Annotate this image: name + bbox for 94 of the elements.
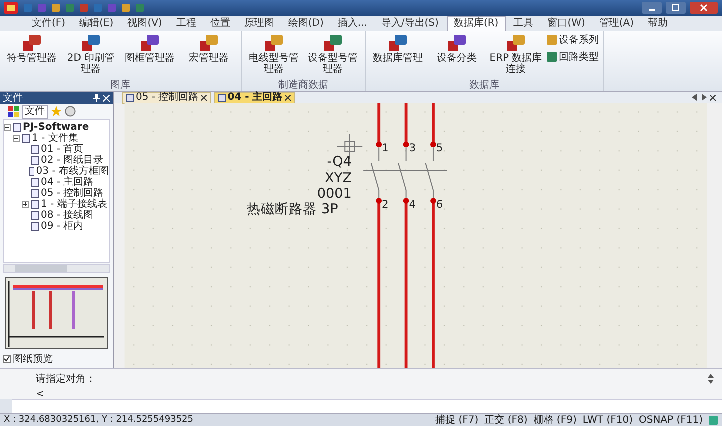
tree-item[interactable]: 1 - 文件集 bbox=[32, 133, 78, 144]
menu-tab[interactable]: 管理(A) bbox=[593, 16, 640, 30]
ribbon-button[interactable]: 设备分类 bbox=[429, 33, 485, 79]
page-icon bbox=[218, 94, 226, 102]
tree-item[interactable]: 04 - 主回路 bbox=[41, 177, 94, 188]
terminal-number: 3 bbox=[409, 142, 416, 155]
close-icon[interactable] bbox=[710, 94, 716, 100]
tool-icon bbox=[200, 35, 218, 51]
ribbon-button[interactable]: 设备系列 bbox=[547, 33, 599, 47]
tree-item[interactable]: 01 - 首页 bbox=[41, 144, 84, 155]
tool-icon bbox=[23, 35, 41, 51]
maximize-button[interactable] bbox=[666, 2, 686, 14]
expander-icon[interactable] bbox=[4, 124, 11, 131]
ribbon-button[interactable]: 宏管理器 bbox=[181, 33, 237, 79]
menu-tab[interactable]: 窗口(W) bbox=[542, 16, 592, 30]
group-label: 数据库 bbox=[468, 80, 500, 91]
ribbon-button[interactable]: 图框管理器 bbox=[122, 33, 178, 79]
status-toggle[interactable]: OSNAP (F11) bbox=[638, 414, 703, 426]
scroll-right-icon[interactable] bbox=[701, 94, 707, 101]
status-toggle[interactable]: 栅格 (F9) bbox=[534, 414, 577, 426]
tool-icon bbox=[82, 35, 100, 51]
page-icon bbox=[126, 94, 134, 102]
maximize-icon bbox=[672, 4, 680, 12]
status-toggle[interactable]: 正交 (F8) bbox=[484, 414, 528, 426]
close-button[interactable] bbox=[690, 2, 718, 14]
ribbon-button[interactable]: 设备型号管理器 bbox=[305, 33, 361, 79]
part-number: 0001 bbox=[317, 186, 352, 202]
group-label: 图库 bbox=[110, 80, 132, 91]
ribbon-button[interactable]: 数据库管理 bbox=[370, 33, 426, 79]
menu-tab[interactable]: 编辑(E) bbox=[74, 16, 120, 30]
menu-tab[interactable]: 绘图(D) bbox=[282, 16, 330, 30]
tool-icon bbox=[507, 35, 525, 51]
minimize-button[interactable] bbox=[642, 2, 662, 14]
tool-icon bbox=[389, 35, 407, 51]
menu-tab[interactable]: 位置 bbox=[204, 16, 236, 30]
ribbon-button[interactable]: 符号管理器 bbox=[4, 33, 60, 79]
terminal-number: 1 bbox=[382, 142, 389, 155]
tree-item[interactable]: 09 - 柜内 bbox=[41, 221, 84, 232]
document-tab[interactable]: 05 - 控制回路 bbox=[122, 92, 211, 104]
terminal-number: 6 bbox=[436, 198, 444, 211]
terminal-number: 4 bbox=[409, 198, 416, 211]
scroll-up-icon[interactable] bbox=[708, 374, 714, 378]
menu-tab[interactable]: 工具 bbox=[508, 16, 540, 30]
panel-title: 文件 bbox=[3, 92, 23, 105]
menu-tab[interactable]: 导入/导出(S) bbox=[375, 16, 445, 30]
menu-tab[interactable]: 帮助 bbox=[642, 16, 674, 30]
terminal-number: 2 bbox=[382, 198, 389, 211]
menu-tab[interactable]: 原理图 bbox=[238, 16, 280, 30]
tree-item[interactable]: 03 - 布线方框图 bbox=[36, 166, 109, 177]
colorful-blocks-icon[interactable] bbox=[8, 106, 19, 117]
scroll-down-icon[interactable] bbox=[708, 380, 714, 384]
ribbon-button[interactable]: 电线型号管理器 bbox=[246, 33, 302, 79]
app-logo-icon[interactable] bbox=[3, 1, 19, 15]
device-tag: -Q4 bbox=[327, 154, 352, 170]
tree-item[interactable]: 05 - 控制回路 bbox=[41, 188, 104, 199]
tree-item[interactable]: 1 - 端子接线表 bbox=[41, 199, 108, 210]
tree-item[interactable]: PJ-Software bbox=[23, 122, 90, 133]
close-icon[interactable] bbox=[284, 94, 291, 100]
close-icon bbox=[700, 4, 708, 12]
tree-item[interactable]: 02 - 图纸目录 bbox=[41, 155, 104, 166]
menu-tab[interactable]: 文件(F) bbox=[26, 16, 72, 30]
menu-tab[interactable]: 插入... bbox=[332, 16, 374, 30]
expander-icon[interactable] bbox=[13, 135, 20, 142]
tool-icon bbox=[265, 35, 283, 51]
command-prompt: 请指定对角： bbox=[36, 372, 97, 386]
expander-icon[interactable] bbox=[22, 201, 29, 208]
menu-tab[interactable]: 数据库(R) bbox=[446, 16, 506, 31]
horizontal-scrollbar[interactable] bbox=[3, 264, 110, 273]
pin-icon[interactable] bbox=[93, 94, 100, 102]
tool-icon bbox=[324, 35, 342, 51]
status-toggle[interactable]: 捕捉 (F7) bbox=[436, 414, 479, 426]
tree-item[interactable]: 08 - 接线图 bbox=[41, 210, 94, 221]
terminal-number: 5 bbox=[436, 142, 444, 155]
checkbox-icon bbox=[3, 355, 11, 363]
cursor-coordinates: X : 324.6830325161, Y : 214.5255493525 bbox=[4, 415, 194, 425]
ribbon-button[interactable]: ERP 数据库连接 bbox=[488, 33, 544, 79]
tool-icon bbox=[141, 35, 159, 51]
part-type: XYZ bbox=[325, 170, 352, 187]
tool-icon bbox=[448, 35, 466, 51]
scroll-left-icon[interactable] bbox=[692, 94, 698, 101]
star-icon[interactable] bbox=[51, 106, 62, 117]
group-label: 制造商数据 bbox=[278, 80, 330, 91]
command-input-field[interactable] bbox=[12, 399, 722, 413]
menu-tab[interactable]: 视图(V) bbox=[122, 16, 168, 30]
panel-tab[interactable]: 文件 bbox=[22, 104, 48, 118]
ribbon-button[interactable]: 2D 印刷管理器 bbox=[63, 33, 119, 79]
preview-checkbox[interactable]: 图纸预览 bbox=[0, 352, 113, 368]
document-tab[interactable]: 04 - 主回路 bbox=[214, 92, 295, 104]
menu-tab[interactable]: 工程 bbox=[170, 16, 202, 30]
ribbon-button[interactable]: 回路类型 bbox=[547, 50, 599, 64]
device-description: 热磁断路器 3P bbox=[247, 202, 338, 218]
close-icon[interactable] bbox=[200, 94, 207, 100]
command-history: < bbox=[36, 389, 46, 400]
status-toggle[interactable]: LWT (F10) bbox=[582, 414, 633, 426]
